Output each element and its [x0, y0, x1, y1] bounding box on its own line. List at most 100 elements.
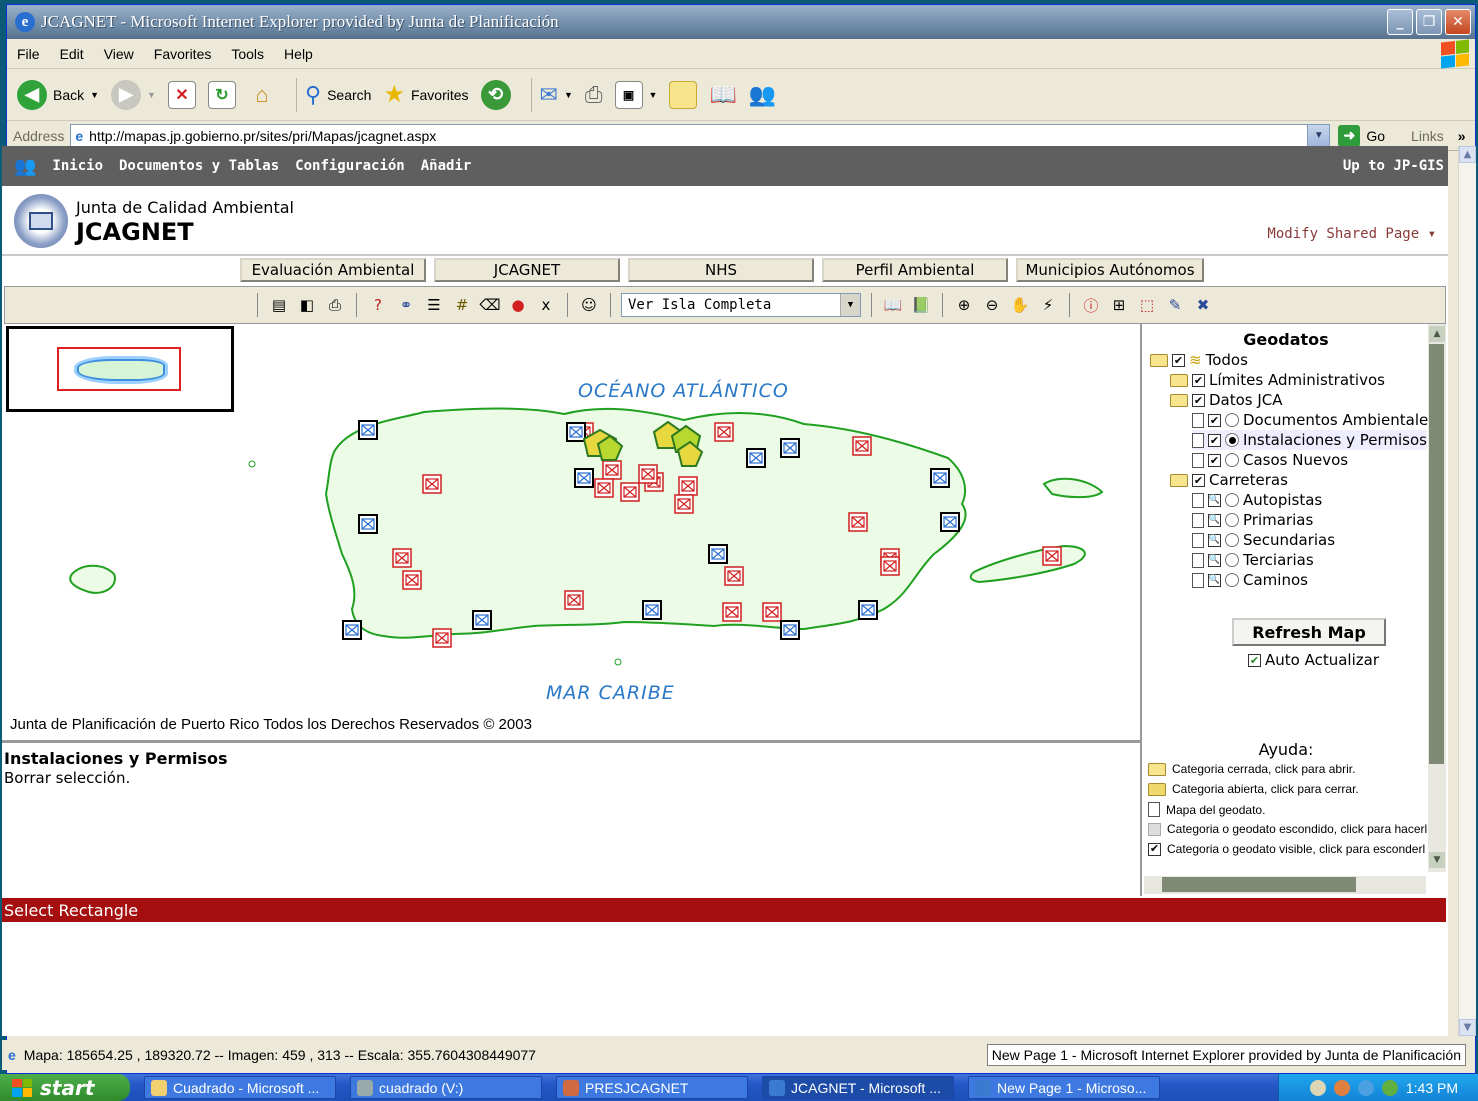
- select-tool-icon[interactable]: ✎: [1164, 294, 1186, 316]
- radio-unselected-icon[interactable]: [1225, 493, 1239, 507]
- layout-icon[interactable]: ◧: [296, 294, 318, 316]
- permit-marker-icon[interactable]: [402, 570, 422, 590]
- menu-edit[interactable]: Edit: [60, 46, 84, 62]
- links-chevron-icon[interactable]: »: [1458, 128, 1466, 144]
- hotlink-lightning-icon[interactable]: ⚡: [1037, 294, 1059, 316]
- map-document-icon[interactable]: [1192, 512, 1204, 528]
- taskbar-item[interactable]: New Page 1 - Microso...: [968, 1076, 1160, 1099]
- checkbox-checked-icon[interactable]: ✔: [1208, 413, 1221, 427]
- tree-caminos[interactable]: 🔍 Caminos: [1192, 570, 1308, 590]
- print-icon[interactable]: ⎙: [585, 82, 603, 108]
- tree-autopistas[interactable]: 🔍 Autopistas: [1192, 490, 1322, 510]
- keyboard-icon[interactable]: [1309, 1079, 1326, 1096]
- permit-marker-icon[interactable]: [620, 482, 640, 502]
- nav-up-to-jpgis[interactable]: Up to JP-GIS: [1343, 158, 1444, 174]
- permit-marker-icon[interactable]: [342, 620, 362, 640]
- permit-marker-icon[interactable]: [392, 548, 412, 568]
- scroll-up-icon[interactable]: ▲: [1459, 146, 1476, 163]
- edit-icon[interactable]: ▣: [614, 80, 643, 109]
- minimize-button[interactable]: _: [1387, 9, 1413, 35]
- nav-anadir[interactable]: Añadir: [421, 158, 472, 174]
- tree-terciarias[interactable]: 🔍 Terciarias: [1192, 550, 1314, 570]
- network-icon[interactable]: [1357, 1079, 1374, 1096]
- tab-evaluacion[interactable]: Evaluación Ambiental: [240, 258, 426, 282]
- checkbox-checked-icon[interactable]: ✔: [1172, 353, 1185, 367]
- permit-marker-icon[interactable]: [594, 478, 614, 498]
- permit-marker-icon[interactable]: [880, 556, 900, 576]
- menu-favorites[interactable]: Favorites: [154, 46, 212, 62]
- radio-unselected-icon[interactable]: [1225, 453, 1239, 467]
- radio-selected-icon[interactable]: [1225, 433, 1239, 447]
- radio-unselected-icon[interactable]: [1225, 513, 1239, 527]
- menu-help[interactable]: Help: [284, 46, 313, 62]
- folder-closed-icon[interactable]: [1170, 373, 1188, 387]
- permit-marker-icon[interactable]: [566, 422, 586, 442]
- permit-marker-icon[interactable]: [940, 512, 960, 532]
- links-button[interactable]: Links: [1411, 128, 1444, 144]
- address-dropdown-icon[interactable]: ▼: [1307, 124, 1330, 147]
- radio-unselected-icon[interactable]: [1225, 533, 1239, 547]
- nav-documentos[interactable]: Documentos y Tablas: [119, 158, 279, 174]
- map-document-icon[interactable]: [1192, 572, 1204, 588]
- back-dropdown-icon[interactable]: ▼: [90, 90, 99, 100]
- page-vertical-scrollbar[interactable]: ▲ ▼: [1458, 146, 1476, 1036]
- previous-extent-book-icon[interactable]: 📗: [910, 294, 932, 316]
- forward-dropdown-icon[interactable]: ▼: [147, 90, 156, 100]
- permit-marker-icon[interactable]: [724, 566, 744, 586]
- buffer-icon[interactable]: ●: [507, 294, 529, 316]
- clear-selection-icon[interactable]: ✖: [1192, 294, 1214, 316]
- map-document-icon[interactable]: [1192, 452, 1204, 468]
- tree-limites[interactable]: ✔ Límites Administrativos: [1170, 370, 1385, 390]
- tree-documentos[interactable]: ✔ Documentos Ambientales: [1192, 410, 1436, 430]
- refresh-icon[interactable]: ↻: [207, 80, 236, 109]
- pan-hand-icon[interactable]: ✋: [1009, 294, 1031, 316]
- permit-marker-icon[interactable]: [1042, 546, 1062, 566]
- taskbar-item[interactable]: cuadrado (V:): [350, 1076, 542, 1099]
- stop-icon[interactable]: ✕: [167, 80, 196, 109]
- nav-configuracion[interactable]: Configuración: [295, 158, 405, 174]
- permit-marker-icon[interactable]: [358, 420, 378, 440]
- tray-arrow-icon[interactable]: [1333, 1079, 1350, 1096]
- address-input[interactable]: e http://mapas.jp.gobierno.pr/sites/pri/…: [70, 123, 1331, 148]
- query-icon[interactable]: ?: [367, 294, 389, 316]
- tab-jcagnet[interactable]: JCAGNET: [434, 258, 620, 282]
- permit-marker-icon[interactable]: [714, 422, 734, 442]
- full-extent-book-icon[interactable]: 📖: [882, 294, 904, 316]
- menu-tools[interactable]: Tools: [231, 46, 264, 62]
- research-icon[interactable]: 📖: [709, 82, 736, 108]
- map-document-icon[interactable]: [1192, 492, 1204, 508]
- favorites-button[interactable]: ★ Favorites: [383, 80, 468, 109]
- zoom-out-icon[interactable]: ⊖: [981, 294, 1003, 316]
- tree-todos[interactable]: ✔ ≋ Todos: [1150, 350, 1248, 370]
- history-icon[interactable]: ⟲: [480, 79, 511, 110]
- map-document-icon[interactable]: [1192, 552, 1204, 568]
- discuss-icon[interactable]: [669, 80, 698, 109]
- map-document-icon[interactable]: [1192, 412, 1204, 428]
- permit-marker-icon[interactable]: [848, 512, 868, 532]
- map-document-icon[interactable]: [1192, 532, 1204, 548]
- eraser-icon[interactable]: ⌫: [479, 294, 501, 316]
- back-button[interactable]: ◀ Back ▼: [17, 79, 99, 110]
- tree-datos-jca[interactable]: ✔ Datos JCA: [1170, 390, 1283, 410]
- permit-marker-icon[interactable]: [762, 602, 782, 622]
- scroll-thumb[interactable]: [1162, 877, 1356, 892]
- permit-marker-icon[interactable]: [780, 620, 800, 640]
- info-icon[interactable]: ⓘ: [1080, 294, 1102, 316]
- permit-marker-icon[interactable]: [432, 628, 452, 648]
- checkbox-checked-icon[interactable]: ✔: [1208, 453, 1221, 467]
- taskbar-item-active[interactable]: JCAGNET - Microsoft ...: [762, 1076, 954, 1099]
- radio-unselected-icon[interactable]: [1225, 573, 1239, 587]
- radio-unselected-icon[interactable]: [1225, 553, 1239, 567]
- title-bar[interactable]: e JCAGNET - Microsoft Internet Explorer …: [7, 5, 1475, 39]
- nav-inicio[interactable]: Inicio: [52, 158, 103, 174]
- home-icon[interactable]: ⌂: [248, 81, 276, 109]
- start-button[interactable]: start: [0, 1074, 130, 1101]
- permit-marker-icon[interactable]: [642, 600, 662, 620]
- refresh-map-button[interactable]: Refresh Map: [1232, 618, 1386, 646]
- tab-municipios[interactable]: Municipios Autónomos: [1016, 258, 1204, 282]
- permit-marker-icon[interactable]: [852, 436, 872, 456]
- find-binoculars-icon[interactable]: ⚭: [395, 294, 417, 316]
- checkbox-checked-icon[interactable]: ✔: [1192, 473, 1205, 487]
- permit-marker-icon[interactable]: [746, 448, 766, 468]
- globe-icon[interactable]: [1381, 1079, 1398, 1096]
